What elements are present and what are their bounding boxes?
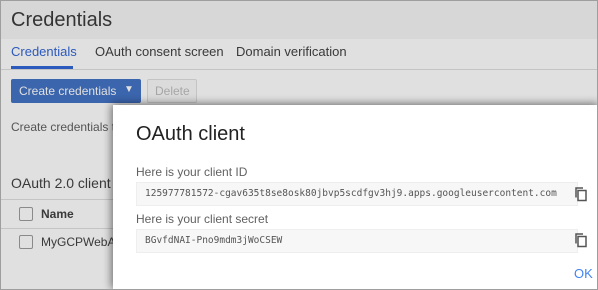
oauth-client-dialog: OAuth client Here is your client ID 1259…	[113, 105, 597, 289]
client-id-field[interactable]: 125977781572-cgav635t8se8osk80jbvp5scdfg…	[136, 182, 578, 206]
screenshot-frame: Credentials Credentials OAuth consent sc…	[0, 0, 598, 290]
client-secret-field[interactable]: BGvfdNAI-Pno9mdm3jWoCSEW	[136, 229, 578, 253]
copy-icon[interactable]	[573, 186, 589, 202]
client-id-value[interactable]: 125977781572-cgav635t8se8osk80jbvp5scdfg…	[145, 188, 570, 199]
client-id-label: Here is your client ID	[136, 165, 248, 179]
copy-icon[interactable]	[573, 232, 589, 248]
client-secret-label: Here is your client secret	[136, 212, 269, 226]
dialog-title: OAuth client	[136, 123, 245, 145]
client-secret-value[interactable]: BGvfdNAI-Pno9mdm3jWoCSEW	[145, 235, 570, 246]
ok-button[interactable]: OK	[574, 266, 593, 281]
